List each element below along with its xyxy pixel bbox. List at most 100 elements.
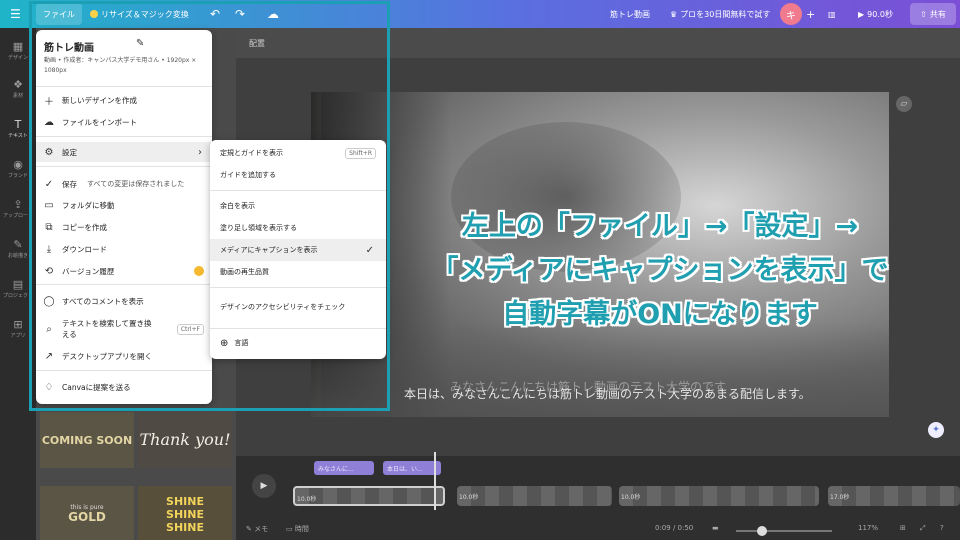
context-toolbar [236, 28, 960, 58]
submenu-item-rulers[interactable]: 定規とガイドを表示 Shift+R [210, 142, 386, 164]
menu-item-new-design[interactable]: ＋ 新しいデザインを作成 [36, 90, 212, 110]
submenu-item-bleed[interactable]: 塗り足し領域を表示する [210, 217, 386, 239]
folder-icon: ▤ [12, 278, 24, 291]
external-link-icon: ↗ [44, 350, 54, 362]
menu-item-feedback[interactable]: ♢ Canvaに提案を送る [36, 377, 212, 397]
crown-icon: ♛ [670, 9, 678, 19]
notes-button[interactable]: ✎ メモ [246, 524, 268, 534]
menu-design-info: 動画 • 作成者：キャンパス大学デモ用さん • 1920px × 1080px [44, 57, 197, 74]
rail-elements[interactable]: ❖ 素材 [0, 78, 36, 99]
help-icon[interactable]: ? [940, 524, 944, 532]
menu-item-version-history[interactable]: ⟲ バージョン履歴 [36, 261, 212, 281]
submenu-item-language[interactable]: ⊕ 言語 [210, 332, 386, 354]
rail-uploads[interactable]: ⇪ アップロード [0, 198, 36, 219]
time-readout: 0:09 / 0:50 [655, 524, 694, 532]
pro-trial-button[interactable]: ♛ プロを30日間無料で試す [670, 0, 770, 28]
menu-item-label: フォルダに移動 [62, 200, 115, 210]
file-menu-button[interactable]: ファイル [36, 3, 82, 25]
caption-chip[interactable]: 本日は、い... [383, 461, 441, 475]
timeline-clip[interactable]: 10.0秒 [457, 486, 612, 506]
zoom-slider-handle[interactable] [757, 526, 767, 536]
fullscreen-icon[interactable]: ⤢ [920, 524, 926, 533]
save-status: すべての変更は保存されました [87, 180, 185, 188]
divider [36, 136, 212, 137]
submenu-item-label: 余白を表示 [220, 202, 255, 210]
divider [36, 166, 212, 167]
menu-item-copy[interactable]: ⧉ コピーを作成 [36, 217, 212, 237]
menu-item-settings[interactable]: ⚙ 設定 › [36, 142, 212, 162]
rail-label: アプリ [10, 333, 26, 339]
resize-button[interactable]: リサイズ＆マジック変換 [90, 0, 189, 28]
menu-item-import[interactable]: ☁ ファイルをインポート [36, 112, 212, 132]
rail-label: テキスト [8, 133, 28, 139]
submenu-item-add-guides[interactable]: ガイドを追加する [210, 164, 386, 186]
submenu-item-label: メディアにキャプションを表示 [220, 246, 318, 254]
comment-icon[interactable]: ▱ [896, 96, 912, 112]
timeline-clip[interactable]: 10.0秒 [293, 486, 445, 506]
crown-icon [90, 10, 98, 18]
rail-apps[interactable]: ⊞ アプリ [0, 318, 36, 339]
zoom-slider[interactable] [736, 530, 832, 532]
rail-text[interactable]: T テキスト [0, 118, 36, 139]
rail-design[interactable]: ▦ デザイン [0, 40, 36, 61]
timeline-clip[interactable]: 10.0秒 [619, 486, 819, 506]
menu-item-comments[interactable]: ◯ すべてのコメントを表示 [36, 291, 212, 311]
resize-label: リサイズ＆マジック変換 [101, 9, 189, 19]
analytics-icon[interactable]: ▥ [828, 0, 836, 28]
zoom-out-icon[interactable]: ▬ [712, 524, 719, 532]
template-tile-coming-soon[interactable]: COMING SOON [40, 412, 134, 468]
pencil-icon[interactable]: ✎ [136, 38, 144, 49]
play-duration-button[interactable]: ▶ 90.0秒 [858, 0, 893, 28]
instruction-line-3: 自動字幕がONになります [502, 299, 818, 330]
submenu-item-accessibility[interactable]: デザインのアクセシビリティをチェック [210, 292, 386, 322]
timer-icon: ▭ [286, 525, 295, 533]
redo-icon[interactable]: ↷ [230, 0, 250, 28]
menu-item-save[interactable]: ✓ 保存 すべての変更は保存されました [36, 174, 212, 194]
document-title[interactable]: 筋トレ動画 [610, 0, 650, 28]
globe-icon: ⊕ [220, 337, 229, 349]
template-tile-shine[interactable]: SHINE SHINE SHINE [138, 486, 232, 540]
menu-item-label: ダウンロード [62, 244, 107, 254]
menu-item-desktop-app[interactable]: ↗ デスクトップアプリを開く [36, 346, 212, 366]
timeline-clip[interactable]: 17.0秒 [828, 486, 960, 506]
divider [210, 190, 386, 191]
elements-icon: ❖ [13, 78, 23, 91]
check-circle-icon: ✓ [44, 178, 54, 190]
submenu-item-playback-quality[interactable]: 動画の再生品質 [210, 261, 386, 283]
submenu-item-label: デザインのアクセシビリティをチェック [220, 303, 346, 311]
playhead[interactable] [434, 452, 436, 510]
arrange-button[interactable]: 配置 [249, 38, 265, 49]
submenu-item-show-captions[interactable]: メディアにキャプションを表示 ✓ [210, 239, 386, 261]
menu-item-move-folder[interactable]: ▭ フォルダに移動 [36, 195, 212, 215]
share-button[interactable]: ⇧ 共有 [910, 3, 956, 25]
rail-projects[interactable]: ▤ プロジェクト [0, 278, 36, 299]
rail-brand[interactable]: ◉ ブランド [0, 158, 36, 179]
caption-chip[interactable]: みなさんに... [314, 461, 374, 475]
pencil-icon: ✎ [13, 238, 23, 251]
notes-icon: ✎ [246, 525, 255, 533]
upload-icon: ⇧ [920, 9, 927, 19]
timer-button[interactable]: ▭ 時間 [286, 524, 309, 534]
search-icon: ⌕ [46, 323, 52, 335]
menu-item-label: すべてのコメントを表示 [62, 296, 144, 306]
submenu-item-margins[interactable]: 余白を表示 [210, 195, 386, 217]
menu-icon[interactable]: ☰ [10, 0, 21, 28]
grid-view-icon[interactable]: ⊞ [900, 524, 906, 532]
play-button[interactable]: ▶ [252, 474, 276, 498]
divider [36, 370, 212, 371]
menu-design-title[interactable]: 筋トレ動画 [44, 39, 94, 54]
add-people-icon[interactable]: + [806, 0, 815, 28]
menu-item-label: バージョン履歴 [62, 266, 115, 276]
menu-item-find-replace[interactable]: ⌕ テキストを検索して置き換える Ctrl+F [36, 314, 212, 344]
cloud-save-icon[interactable]: ☁ [263, 0, 283, 28]
undo-icon[interactable]: ↶ [205, 0, 225, 28]
avatar[interactable]: キ [780, 3, 802, 25]
template-tile-thank-you[interactable]: Thank you! [138, 412, 232, 468]
rail-draw[interactable]: ✎ お絵描き [0, 238, 36, 259]
pro-crown-badge [194, 266, 204, 276]
text-icon: T [14, 118, 22, 131]
zoom-level: 117% [858, 524, 879, 532]
template-tile-gold[interactable]: this is pure GOLD [40, 486, 134, 540]
menu-item-download[interactable]: ⤓ ダウンロード [36, 239, 212, 259]
magic-assist-icon[interactable]: ✦ [928, 422, 944, 438]
